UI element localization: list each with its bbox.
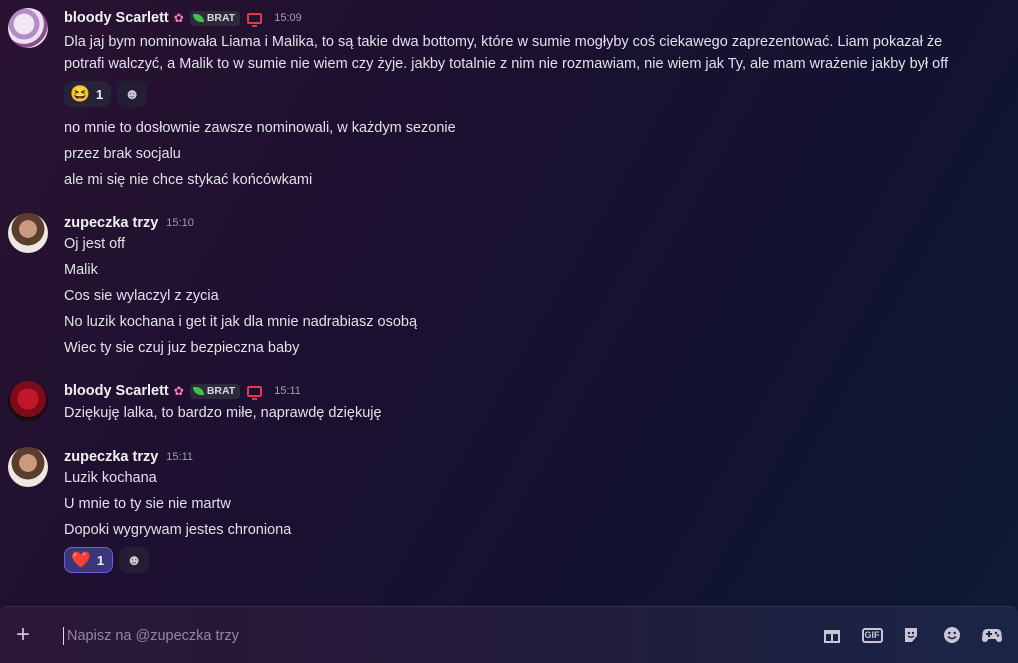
message-text: przez brak socjalu [64,146,181,162]
leaf-icon [192,387,204,395]
add-reaction-button[interactable]: ☻ [117,81,148,107]
timestamp[interactable]: 15:11 [274,385,301,397]
timestamp[interactable]: 15:10 [166,217,194,229]
message-text: Cos sie wylaczyl z zycia [64,288,219,304]
monitor-icon [247,12,263,27]
text-caret [63,627,64,645]
avatar[interactable] [8,381,48,421]
message-text: Dziękuję lalka, to bardzo miłe, naprawdę… [64,405,382,421]
emoji-icon[interactable] [941,625,963,645]
message-input[interactable] [65,623,689,649]
guild-tag[interactable]: BRAT [189,383,241,399]
reaction-count: 1 [96,552,105,568]
reaction-heart[interactable]: ❤️ 1 [64,547,114,573]
message-text: Malik [64,262,98,278]
laughing-emoji-icon: 😆 [70,86,90,103]
username[interactable]: zupeczka trzy [64,215,158,231]
reaction-count: 1 [95,86,104,102]
message-header: bloody Scarlett ✿ BRAT 15:11 [64,381,301,401]
gamepad-icon[interactable] [981,625,1003,645]
reactions: 😆 1 ☻ [64,81,148,107]
heart-emoji-icon: ❤️ [71,552,91,569]
add-reaction-button[interactable]: ☻ [119,547,150,573]
timestamp[interactable]: 15:09 [274,12,302,24]
timestamp[interactable]: 15:11 [166,451,193,463]
emoji-icon: ☻ [124,85,141,103]
message-text: Luzik kochana [64,470,157,486]
guild-tag-label: BRAT [206,12,236,24]
message-header: zupeczka trzy 15:10 [64,213,194,233]
message-header: zupeczka trzy 15:11 [64,447,193,467]
guild-tag-label: BRAT [206,385,236,397]
sticker-icon[interactable] [900,625,922,645]
message-text: no mnie to dosłownie zawsze nominowali, … [64,120,456,136]
message-text: U mnie to ty sie nie martw [64,496,231,512]
message-text: ale mi się nie chce stykać końcówkami [64,172,313,188]
message-text: potrafi walczyć, a Malik to w sumie nie … [64,56,949,72]
monitor-icon [247,385,263,400]
reaction-laugh[interactable]: 😆 1 [64,81,112,107]
message-text: Wiec ty sie czuj juz bezpieczna baby [64,340,300,356]
gif-label: GIF [861,627,883,643]
avatar[interactable] [8,447,48,487]
emoji-icon: ☻ [126,551,143,569]
username[interactable]: bloody Scarlett [64,10,169,26]
message-text: Dopoki wygrywam jestes chroniona [64,522,292,538]
flower-icon: ✿ [173,384,184,398]
message-text: No luzik kochana i get it jak dla mnie n… [64,314,418,330]
username[interactable]: bloody Scarlett [64,383,169,399]
message-header: bloody Scarlett ✿ BRAT 15:09 [64,8,302,28]
gift-icon[interactable] [821,625,843,645]
leaf-icon [192,14,204,22]
flower-icon: ✿ [173,11,184,25]
avatar[interactable] [8,8,48,48]
guild-tag[interactable]: BRAT [189,10,241,26]
message-composer: + GIF [0,606,1018,663]
username[interactable]: zupeczka trzy [64,449,158,465]
message-text: Dla jaj bym nominowała Liama i Malika, t… [64,34,943,50]
attach-plus-icon[interactable]: + [16,621,30,649]
chat-area[interactable]: bloody Scarlett ✿ BRAT 15:09 Dla jaj bym… [0,0,1018,605]
message-text: Oj jest off [64,236,125,252]
reactions: ❤️ 1 ☻ [64,547,150,573]
avatar[interactable] [8,213,48,253]
gif-icon[interactable]: GIF [861,625,883,645]
